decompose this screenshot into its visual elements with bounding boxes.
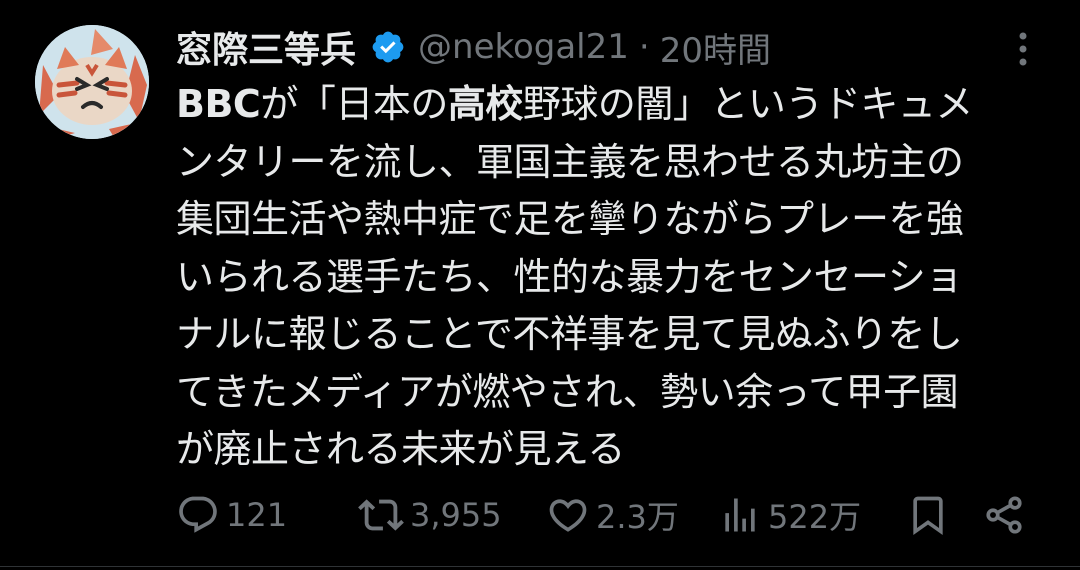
- tweet-text-line: 集団生活や熱中症で足を攣りながらプレーを強: [176, 197, 964, 241]
- share-icon[interactable]: [982, 493, 1026, 537]
- reply-count: 121: [226, 496, 288, 534]
- reply-icon: [179, 496, 217, 533]
- tweet-text-line: が廃止される未来が見える: [176, 427, 625, 471]
- verified-badge-icon: [372, 31, 404, 63]
- view-count: 522万: [768, 498, 862, 536]
- tweet-text-line: てきたメディアが燃やされ、勢い余って甲子園: [176, 369, 959, 414]
- like-count: 2.3万: [596, 498, 679, 536]
- tweet-text-segment: が「日本の: [260, 82, 448, 126]
- tweet-text-bold: 高校: [447, 82, 524, 126]
- retweet-button[interactable]: 3,955: [358, 490, 502, 540]
- action-bar: 121 3,955 2.3万 522万: [0, 490, 1080, 540]
- views-icon: [725, 498, 755, 532]
- tweet-header: 窓際三等兵 @nekogal21 · 20時間: [176, 20, 771, 74]
- tweet-text-line: いられる選手たち、性的な暴力をセンセーショ: [176, 254, 963, 299]
- like-icon: [549, 499, 587, 532]
- timestamp[interactable]: 20時間: [660, 23, 771, 72]
- tweet-card[interactable]: 窓際三等兵 @nekogal21 · 20時間 BBCが「日本の高校野球の闇」と…: [0, 0, 1080, 570]
- display-name[interactable]: 窓際三等兵: [176, 21, 356, 73]
- more-options-icon[interactable]: [1010, 30, 1036, 68]
- separator-dot: ·: [638, 27, 650, 67]
- avatar[interactable]: [35, 25, 149, 139]
- tweet-text-line: ナルに報じることで不祥事を見て見ぬふりをし: [176, 312, 963, 356]
- reply-button[interactable]: 121: [176, 490, 287, 540]
- tweet-text-bold: BBC: [176, 82, 261, 126]
- views-button[interactable]: 522万: [718, 490, 861, 540]
- tweet-text-segment: 野球の闇」というドキュメ: [522, 82, 974, 126]
- avatar-cat-image: [35, 25, 149, 139]
- divider: [0, 566, 1080, 567]
- tweet-text-line: ンタリーを流し、軍国主義を思わせる丸坊主の: [176, 139, 964, 184]
- user-handle[interactable]: @nekogal21: [418, 27, 629, 67]
- retweet-count: 3,955: [410, 496, 502, 534]
- like-button[interactable]: 2.3万: [546, 490, 679, 540]
- retweet-icon: [358, 499, 404, 531]
- bookmark-icon[interactable]: [906, 493, 950, 537]
- tweet-text-line: BBCが「日本の高校野球の闇」というドキュメ: [176, 76, 1056, 134]
- tweet-text: BBCが「日本の高校野球の闇」というドキュメ ンタリーを流し、軍国主義を思わせる…: [176, 76, 1056, 479]
